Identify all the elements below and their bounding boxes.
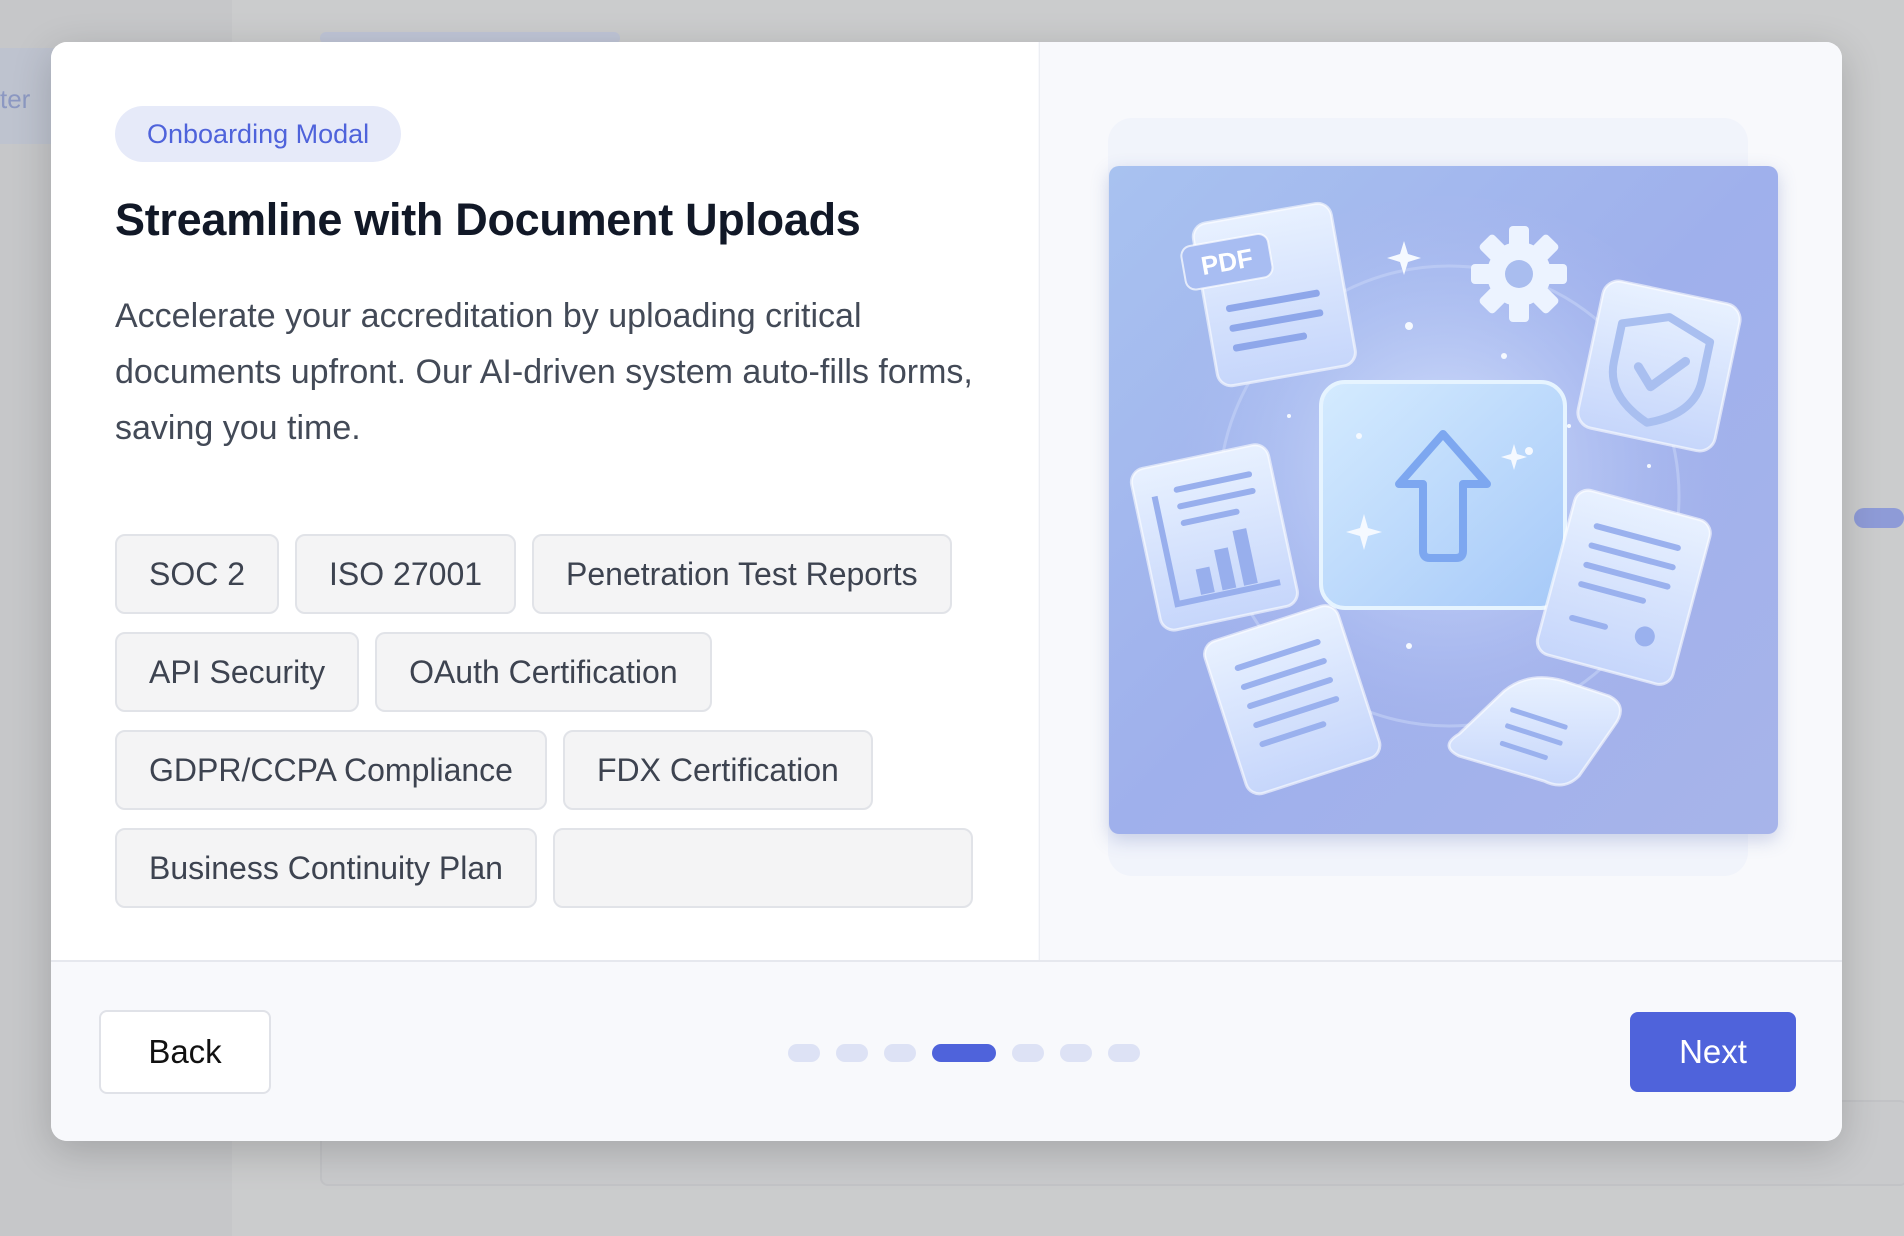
modal-title: Streamline with Document Uploads bbox=[115, 194, 861, 245]
gear-icon bbox=[1471, 226, 1567, 322]
tag-fdx-certification[interactable]: FDX Certification bbox=[562, 730, 873, 810]
step-dot-7[interactable] bbox=[1108, 1044, 1140, 1062]
back-button[interactable]: Back bbox=[99, 1010, 271, 1094]
modal-footer: Back Next bbox=[51, 960, 1842, 1141]
background-sidebar-label: ter bbox=[0, 84, 31, 114]
modal-illustration-panel: PDF bbox=[1039, 42, 1842, 960]
next-button[interactable]: Next bbox=[1630, 1012, 1796, 1092]
tag-oauth-certification[interactable]: OAuth Certification bbox=[375, 632, 712, 712]
step-dot-1[interactable] bbox=[788, 1044, 820, 1062]
document-upload-illustration: PDF bbox=[1109, 166, 1778, 834]
tag-business-continuity-plan[interactable]: Business Continuity Plan bbox=[115, 828, 537, 908]
tag-partially-hidden[interactable] bbox=[552, 828, 973, 908]
shield-check-icon bbox=[1576, 279, 1742, 453]
step-dot-5[interactable] bbox=[1012, 1044, 1044, 1062]
step-dot-2[interactable] bbox=[836, 1044, 868, 1062]
modal-content: Onboarding Modal Streamline with Documen… bbox=[51, 42, 1038, 960]
onboarding-modal: Onboarding Modal Streamline with Documen… bbox=[51, 42, 1842, 1141]
tag-soc2[interactable]: SOC 2 bbox=[115, 534, 280, 614]
step-dot-6[interactable] bbox=[1060, 1044, 1092, 1062]
tag-api-security[interactable]: API Security bbox=[115, 632, 360, 712]
modal-description: Accelerate your accreditation by uploadi… bbox=[115, 297, 973, 447]
background-pill bbox=[1854, 508, 1904, 528]
document-tag-list: SOC 2 ISO 27001 Penetration Test Reports… bbox=[115, 534, 995, 908]
step-indicator bbox=[788, 1044, 1140, 1062]
tag-gdpr-ccpa-compliance[interactable]: GDPR/CCPA Compliance bbox=[115, 730, 547, 810]
tag-iso27001[interactable]: ISO 27001 bbox=[295, 534, 517, 614]
tag-penetration-test-reports[interactable]: Penetration Test Reports bbox=[532, 534, 952, 614]
modal-badge: Onboarding Modal bbox=[115, 106, 402, 162]
step-dot-3[interactable] bbox=[884, 1044, 916, 1062]
upload-icon bbox=[1319, 380, 1567, 610]
step-dot-4-active[interactable] bbox=[932, 1044, 996, 1062]
